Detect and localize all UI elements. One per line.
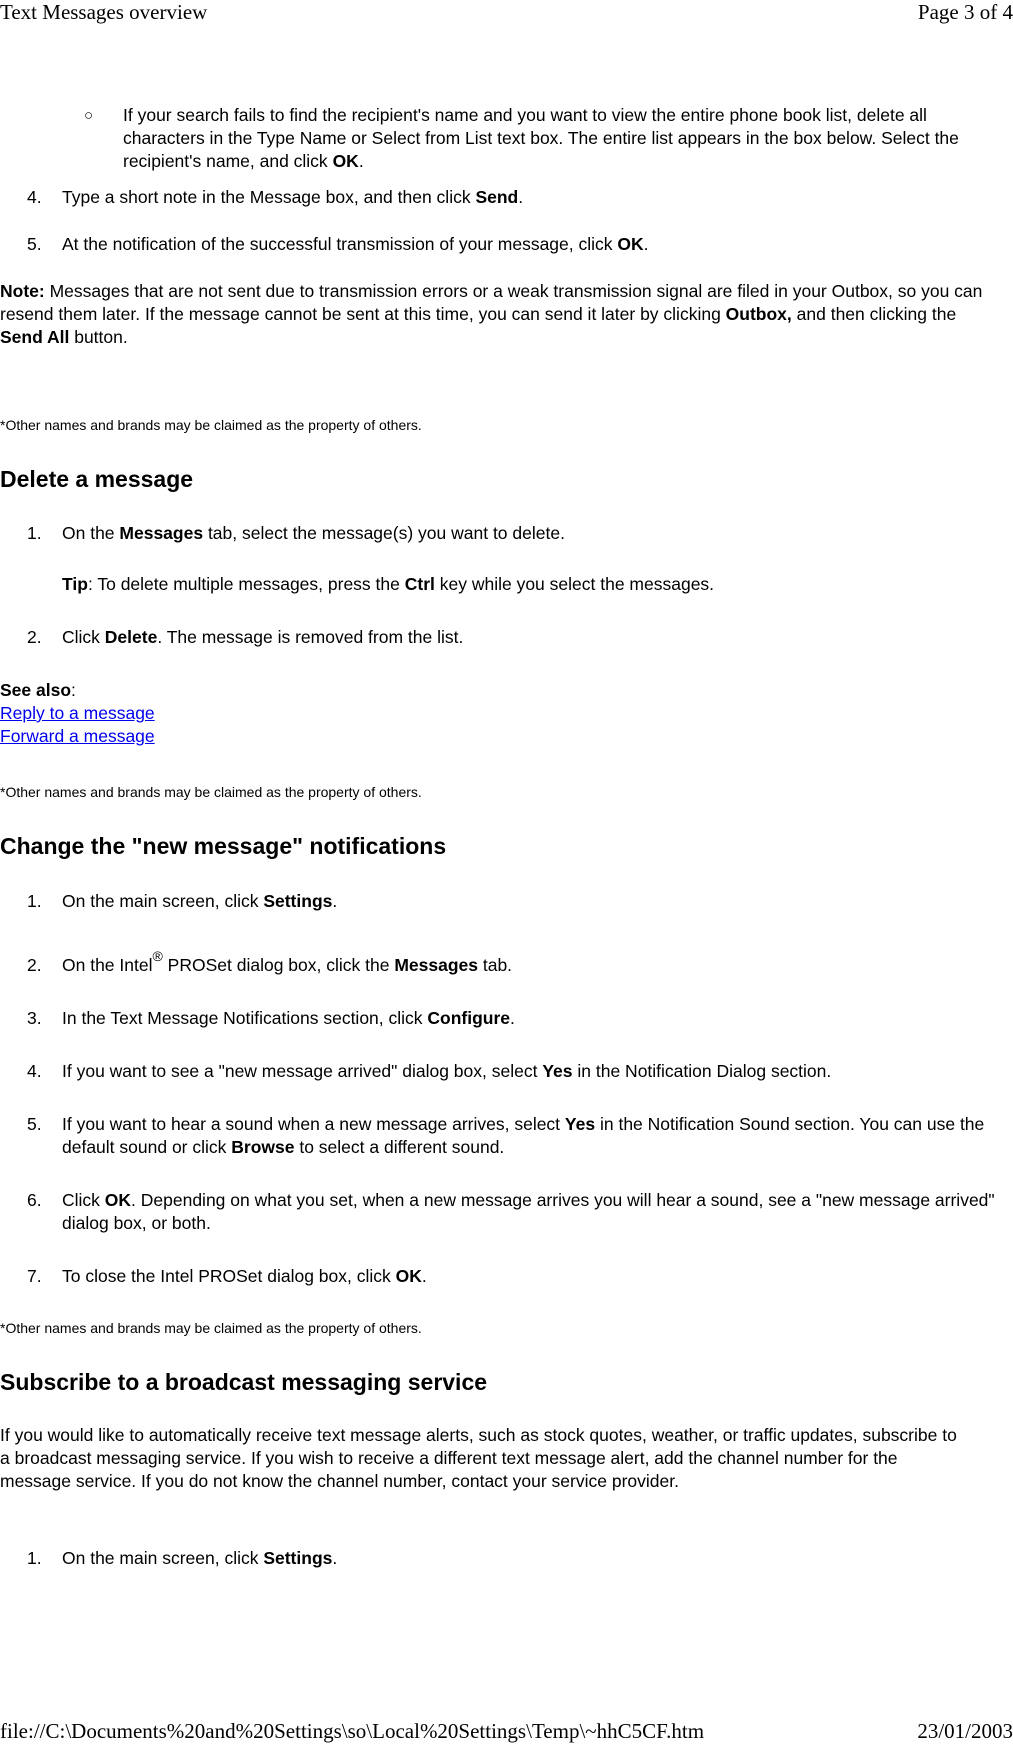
disclaimer: *Other names and brands may be claimed a… [0,417,422,433]
section-heading-broadcast: Subscribe to a broadcast messaging servi… [0,1369,488,1395]
link-reply-to-message[interactable]: Reply to a message [0,703,155,723]
tip-paragraph: Tip: To delete multiple messages, press … [62,574,715,594]
link-forward-message[interactable]: Forward a message [0,726,155,746]
list-item: 2. Click Delete. The message is removed … [27,627,464,647]
list-item: 3. In the Text Message Notifications sec… [27,1008,515,1028]
broadcast-intro: If you would like to automatically recei… [0,1425,957,1491]
list-item: 4. Type a short note in the Message box,… [27,187,524,207]
page-footer: file://C:\Documents%20and%20Settings\so\… [0,1719,1013,1743]
disclaimer: *Other names and brands may be claimed a… [0,1320,422,1336]
list-item: 1. On the main screen, click Settings. [27,891,338,911]
list-item: 7. To close the Intel PROSet dialog box,… [27,1266,427,1286]
registered-mark: ® [152,948,163,964]
section-heading-delete: Delete a message [0,466,194,492]
section-heading-notifications: Change the "new message" notifications [0,833,447,859]
list-item: 1. On the Messages tab, select the messa… [27,523,565,543]
list-item: 5. At the notification of the successful… [27,234,649,254]
disclaimer: *Other names and brands may be claimed a… [0,784,422,800]
see-also: See also: Reply to a message Forward a m… [0,680,155,746]
list-item: 4. If you want to see a "new message arr… [27,1061,832,1081]
page-number: Page 3 of 4 [917,0,1013,24]
list-item: 2. On the Intel® PROSet dialog box, clic… [27,948,513,975]
list-item: 6. Click OK. Depending on what you set, … [27,1190,995,1233]
sub-bullet-item: ○ If your search fails to find the recip… [84,105,959,171]
note-paragraph: Note: Messages that are not sent due to … [0,281,983,347]
list-item: 5. If you want to hear a sound when a ne… [27,1114,985,1157]
print-date: 23/01/2003 [917,1719,1013,1743]
document-title: Text Messages overview [0,0,208,24]
circle-bullet-icon: ○ [84,107,94,124]
page-header: Text Messages overview Page 3 of 4 [0,0,1013,24]
list-item: 1. On the main screen, click Settings. [27,1548,338,1568]
file-path: file://C:\Documents%20and%20Settings\so\… [0,1719,705,1743]
